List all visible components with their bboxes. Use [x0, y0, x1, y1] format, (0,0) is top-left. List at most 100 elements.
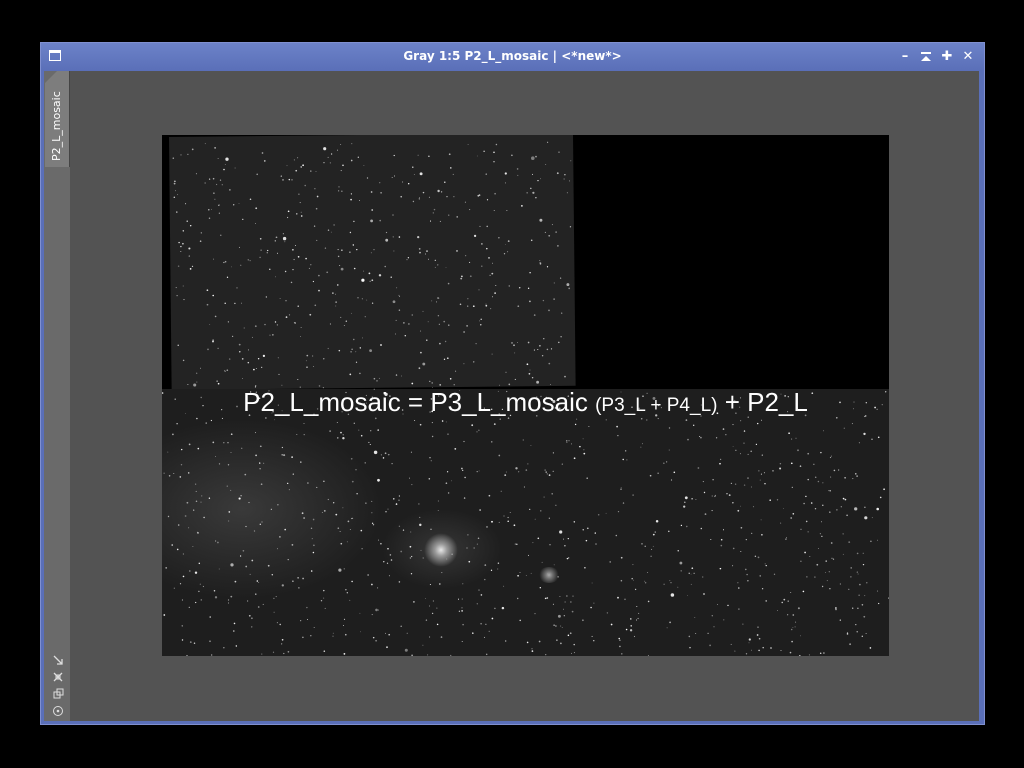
star: [272, 651, 275, 653]
view-tab[interactable]: P2_L_mosaic: [45, 71, 70, 167]
star: [507, 240, 510, 242]
fit-icon[interactable]: [51, 670, 65, 684]
star: [208, 497, 211, 499]
star: [785, 538, 787, 540]
shade-icon[interactable]: [917, 48, 935, 66]
star: [336, 149, 339, 151]
star: [428, 196, 430, 198]
image-canvas[interactable]: P2_L_mosaic = P3_L_mosaic (P3_L + P4_L) …: [162, 135, 889, 656]
star: [419, 251, 421, 254]
star: [240, 264, 242, 266]
star: [844, 498, 847, 501]
star: [649, 474, 652, 477]
star: [686, 594, 688, 596]
star: [255, 368, 257, 370]
star: [790, 462, 793, 465]
star: [478, 470, 480, 472]
star: [223, 441, 225, 444]
star: [280, 175, 282, 177]
star: [283, 454, 286, 457]
star: [362, 337, 364, 339]
star: [765, 564, 767, 567]
star: [807, 478, 809, 481]
star: [534, 518, 536, 520]
star: [737, 582, 739, 584]
star: [761, 588, 764, 590]
star: [551, 493, 553, 495]
star: [635, 619, 638, 621]
star: [858, 442, 860, 444]
star: [537, 348, 539, 351]
star: [318, 274, 320, 277]
star: [428, 155, 430, 158]
star: [323, 162, 325, 164]
image-window[interactable]: Gray 1:5 P2_L_mosaic | <*new*> – ✚ ✕ P2_…: [40, 42, 985, 725]
minimize-icon[interactable]: –: [896, 48, 914, 66]
star: [427, 258, 429, 260]
star: [418, 248, 421, 250]
star: [504, 182, 506, 184]
star: [390, 276, 392, 278]
clone-icon[interactable]: [51, 687, 65, 701]
star: [430, 528, 432, 530]
star: [361, 547, 363, 550]
star: [657, 472, 659, 474]
star: [711, 510, 713, 512]
star: [713, 626, 715, 628]
star: [242, 549, 245, 552]
star: [377, 609, 379, 611]
star: [790, 592, 792, 593]
star: [398, 581, 401, 583]
star: [514, 352, 516, 354]
star: [228, 520, 230, 522]
star: [287, 650, 290, 653]
maximize-icon[interactable]: ✚: [938, 48, 956, 66]
star: [273, 611, 275, 613]
star: [231, 335, 234, 338]
target-icon[interactable]: [51, 704, 65, 718]
star: [218, 212, 220, 214]
star: [312, 518, 315, 521]
star: [187, 384, 189, 386]
star: [558, 151, 560, 153]
star: [447, 282, 450, 285]
star: [563, 608, 565, 610]
star: [193, 642, 196, 644]
star: [179, 476, 182, 478]
star: [636, 605, 638, 608]
star: [168, 475, 171, 477]
close-icon[interactable]: ✕: [959, 48, 977, 66]
star: [343, 653, 346, 655]
star: [451, 480, 453, 482]
star: [300, 215, 303, 217]
star: [293, 159, 295, 161]
star: [353, 220, 355, 223]
star: [385, 511, 387, 513]
star: [279, 536, 281, 538]
star: [204, 182, 206, 184]
star: [526, 192, 528, 194]
zoom-arrow-icon[interactable]: [51, 653, 65, 667]
star: [292, 248, 294, 251]
star: [813, 463, 815, 465]
star: [463, 363, 465, 365]
star: [615, 534, 618, 537]
star: [350, 457, 353, 460]
star: [780, 650, 782, 652]
star: [507, 251, 509, 253]
star: [568, 287, 571, 290]
star: [233, 204, 235, 206]
star: [315, 170, 317, 172]
star: [740, 420, 742, 422]
star: [862, 563, 865, 566]
star: [360, 434, 363, 437]
star: [254, 432, 257, 434]
star: [846, 514, 848, 517]
star: [491, 520, 493, 523]
star: [342, 434, 344, 436]
star: [443, 358, 446, 360]
star: [241, 358, 244, 360]
star: [504, 474, 507, 476]
title-bar[interactable]: Gray 1:5 P2_L_mosaic | <*new*> – ✚ ✕: [41, 43, 984, 71]
star: [807, 531, 809, 533]
